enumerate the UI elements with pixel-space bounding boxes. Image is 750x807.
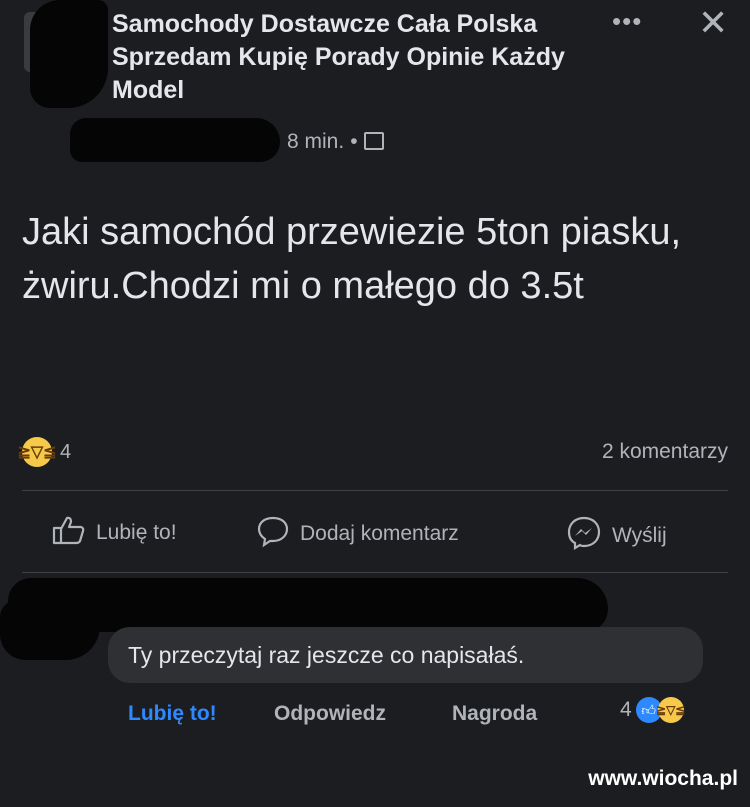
comment-label: Dodaj komentarz bbox=[300, 522, 459, 545]
comment-text: Ty przeczytaj raz jeszcze co napisałaś. bbox=[128, 642, 525, 668]
divider bbox=[22, 572, 728, 573]
meta-separator: • bbox=[350, 130, 358, 153]
divider bbox=[22, 490, 728, 491]
group-privacy-icon bbox=[363, 132, 384, 150]
more-options-icon[interactable]: ••• bbox=[612, 6, 642, 37]
send-label: Wyślij bbox=[612, 524, 667, 547]
haha-emoji-icon: ≧▽≦ bbox=[17, 437, 57, 467]
haha-emoji-icon: ≧▽≦ bbox=[656, 697, 685, 723]
reactions-summary[interactable]: ≧▽≦ 4 bbox=[17, 437, 72, 467]
commenter-avatar-redaction bbox=[0, 600, 100, 660]
thumbs-up-icon bbox=[52, 515, 86, 551]
send-button[interactable]: Wyślij bbox=[566, 515, 667, 557]
watermark: www.wiocha.pl bbox=[588, 767, 738, 790]
comments-count[interactable]: 2 komentarzy bbox=[602, 440, 728, 464]
author-redaction bbox=[70, 118, 280, 162]
reaction-count: 4 bbox=[60, 440, 72, 463]
post-text: Jaki samochód przewiezie 5ton piasku, żw… bbox=[22, 211, 682, 307]
redaction-mark bbox=[30, 0, 108, 108]
comment-reply-button[interactable]: Odpowiedz bbox=[274, 702, 386, 726]
post-time[interactable]: 8 min. bbox=[287, 130, 344, 153]
group-name[interactable]: Samochody Dostawcze Cała Polska Sprzedam… bbox=[112, 8, 592, 107]
comment-award-button[interactable]: Nagroda bbox=[452, 702, 537, 726]
messenger-icon bbox=[566, 515, 602, 557]
comment-reaction-count: 4 bbox=[620, 698, 632, 721]
comment-like-button[interactable]: Lubię to! bbox=[128, 702, 217, 726]
like-label: Lubię to! bbox=[96, 521, 177, 544]
like-button[interactable]: Lubię to! bbox=[52, 515, 177, 551]
comment-reactions[interactable]: 4 👍︎ ≧▽≦ bbox=[620, 697, 685, 723]
comment-button[interactable]: Dodaj komentarz bbox=[256, 515, 459, 553]
close-icon[interactable]: ✕ bbox=[698, 2, 728, 44]
comment-bubble-icon bbox=[256, 515, 290, 553]
post-meta: 8 min. • bbox=[287, 130, 384, 154]
